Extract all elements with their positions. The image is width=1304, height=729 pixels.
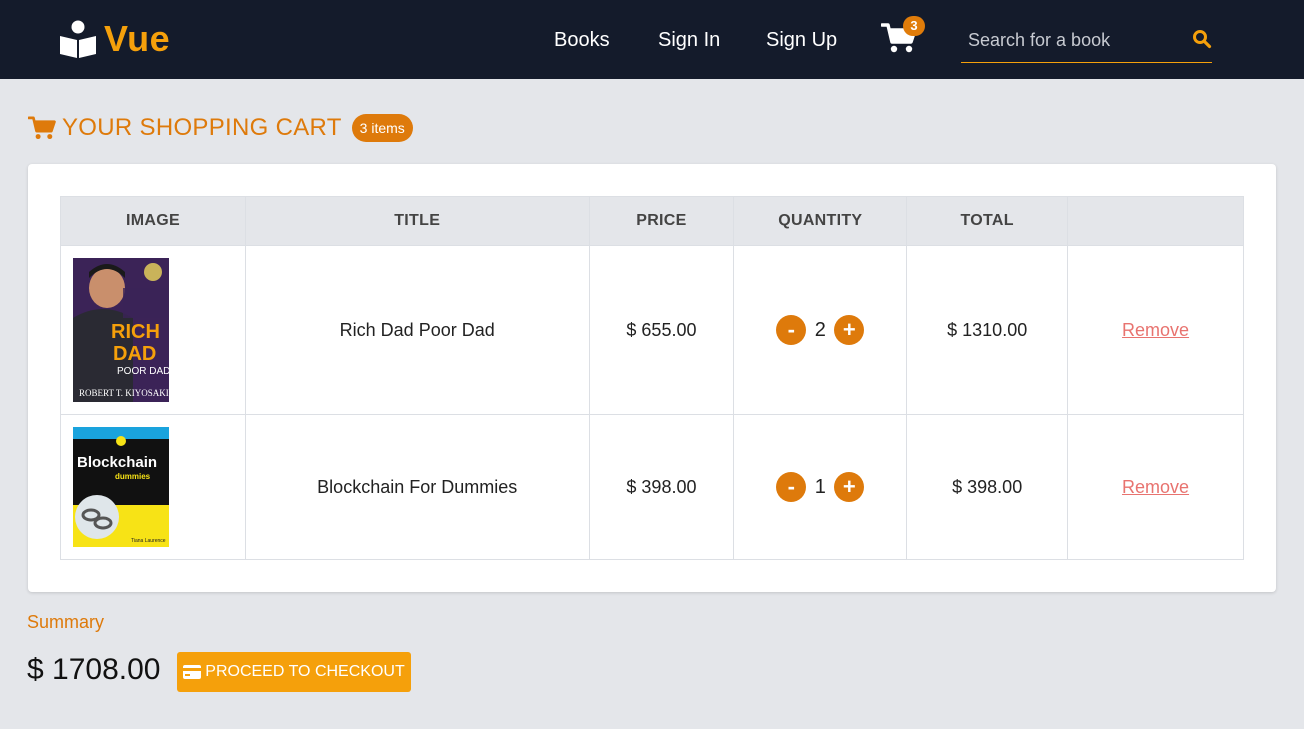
book-reader-icon (60, 20, 96, 58)
nav-link-sign-up[interactable]: Sign Up (766, 28, 837, 52)
book-cover-image[interactable]: Blockchain dummies Tiana Laurence (73, 427, 169, 547)
brand-logo[interactable]: Vue (58, 18, 170, 60)
item-count-badge: 3 items (351, 114, 413, 142)
decrease-quantity-button[interactable]: - (776, 472, 807, 502)
actions-cell: Remove (1067, 245, 1244, 415)
search-input[interactable] (961, 20, 1181, 60)
cover-title-line2: DAD (113, 343, 156, 365)
price-cell: $ 655.00 (588, 245, 735, 415)
column-header-price: PRICE (588, 196, 735, 246)
page-title: YOUR SHOPPING CART (62, 114, 342, 141)
quantity-cell: - 2 + (733, 245, 908, 415)
cover-author: Tiana Laurence (131, 538, 166, 544)
actions-cell: Remove (1067, 414, 1244, 560)
cart-icon (28, 116, 56, 140)
checkout-label: PROCEED TO CHECKOUT (205, 663, 405, 680)
remove-item-link[interactable]: Remove (1122, 320, 1189, 340)
quantity-stepper: - 1 + (776, 472, 865, 502)
remove-item-link[interactable]: Remove (1122, 477, 1189, 497)
table-header-row: IMAGE TITLE PRICE QUANTITY TOTAL (60, 196, 1244, 246)
increase-quantity-button[interactable]: + (834, 472, 865, 502)
quantity-value: 2 (814, 318, 826, 341)
proceed-to-checkout-button[interactable]: PROCEED TO CHECKOUT (177, 652, 411, 692)
cover-subtitle: POOR DAD (117, 366, 169, 377)
cart-heading: YOUR SHOPPING CART 3 items (28, 112, 413, 144)
cart-table: IMAGE TITLE PRICE QUANTITY TOTAL RICH DA… (60, 196, 1244, 560)
column-header-actions (1067, 196, 1244, 246)
cart-card: IMAGE TITLE PRICE QUANTITY TOTAL RICH DA… (28, 164, 1276, 592)
search-icon[interactable] (1192, 29, 1212, 49)
decrease-quantity-button[interactable]: - (776, 315, 807, 345)
summary-total: $ 1708.00 (27, 653, 161, 686)
cover-title-line1: RICH (111, 321, 160, 343)
column-header-quantity: QUANTITY (733, 196, 908, 246)
column-header-total: TOTAL (906, 196, 1069, 246)
quantity-value: 1 (814, 475, 826, 498)
title-cell: Blockchain For Dummies (244, 414, 590, 560)
cover-title-line2: dummies (115, 472, 151, 481)
column-header-title: TITLE (244, 196, 590, 246)
search-bar (961, 20, 1212, 63)
increase-quantity-button[interactable]: + (834, 315, 865, 345)
summary-label: Summary (27, 612, 105, 632)
brand-name: Vue (104, 18, 171, 59)
table-row: RICH DAD POOR DAD ROBERT T. KIYOSAKI Ric… (60, 245, 1244, 415)
price-cell: $ 398.00 (588, 414, 735, 560)
nav-link-sign-in[interactable]: Sign In (658, 28, 720, 52)
navbar: Vue Books Sign In Sign Up 3 (0, 0, 1304, 79)
total-cell: $ 398.00 (906, 414, 1069, 560)
credit-card-icon (183, 665, 202, 679)
column-header-image: IMAGE (60, 196, 246, 246)
table-row: Blockchain dummies Tiana Laurence Blockc… (60, 414, 1244, 560)
image-cell: Blockchain dummies Tiana Laurence (60, 414, 246, 560)
title-cell: Rich Dad Poor Dad (244, 245, 590, 415)
cover-title-line1: Blockchain (77, 454, 157, 471)
book-cover-image[interactable]: RICH DAD POOR DAD ROBERT T. KIYOSAKI (73, 258, 169, 402)
cart-count-badge: 3 (903, 16, 925, 36)
quantity-stepper: - 2 + (776, 315, 865, 345)
image-cell: RICH DAD POOR DAD ROBERT T. KIYOSAKI (60, 245, 246, 415)
total-cell: $ 1310.00 (906, 245, 1069, 415)
cover-author: ROBERT T. KIYOSAKI (79, 388, 169, 398)
nav-link-books[interactable]: Books (554, 28, 610, 52)
quantity-cell: - 1 + (733, 414, 908, 560)
